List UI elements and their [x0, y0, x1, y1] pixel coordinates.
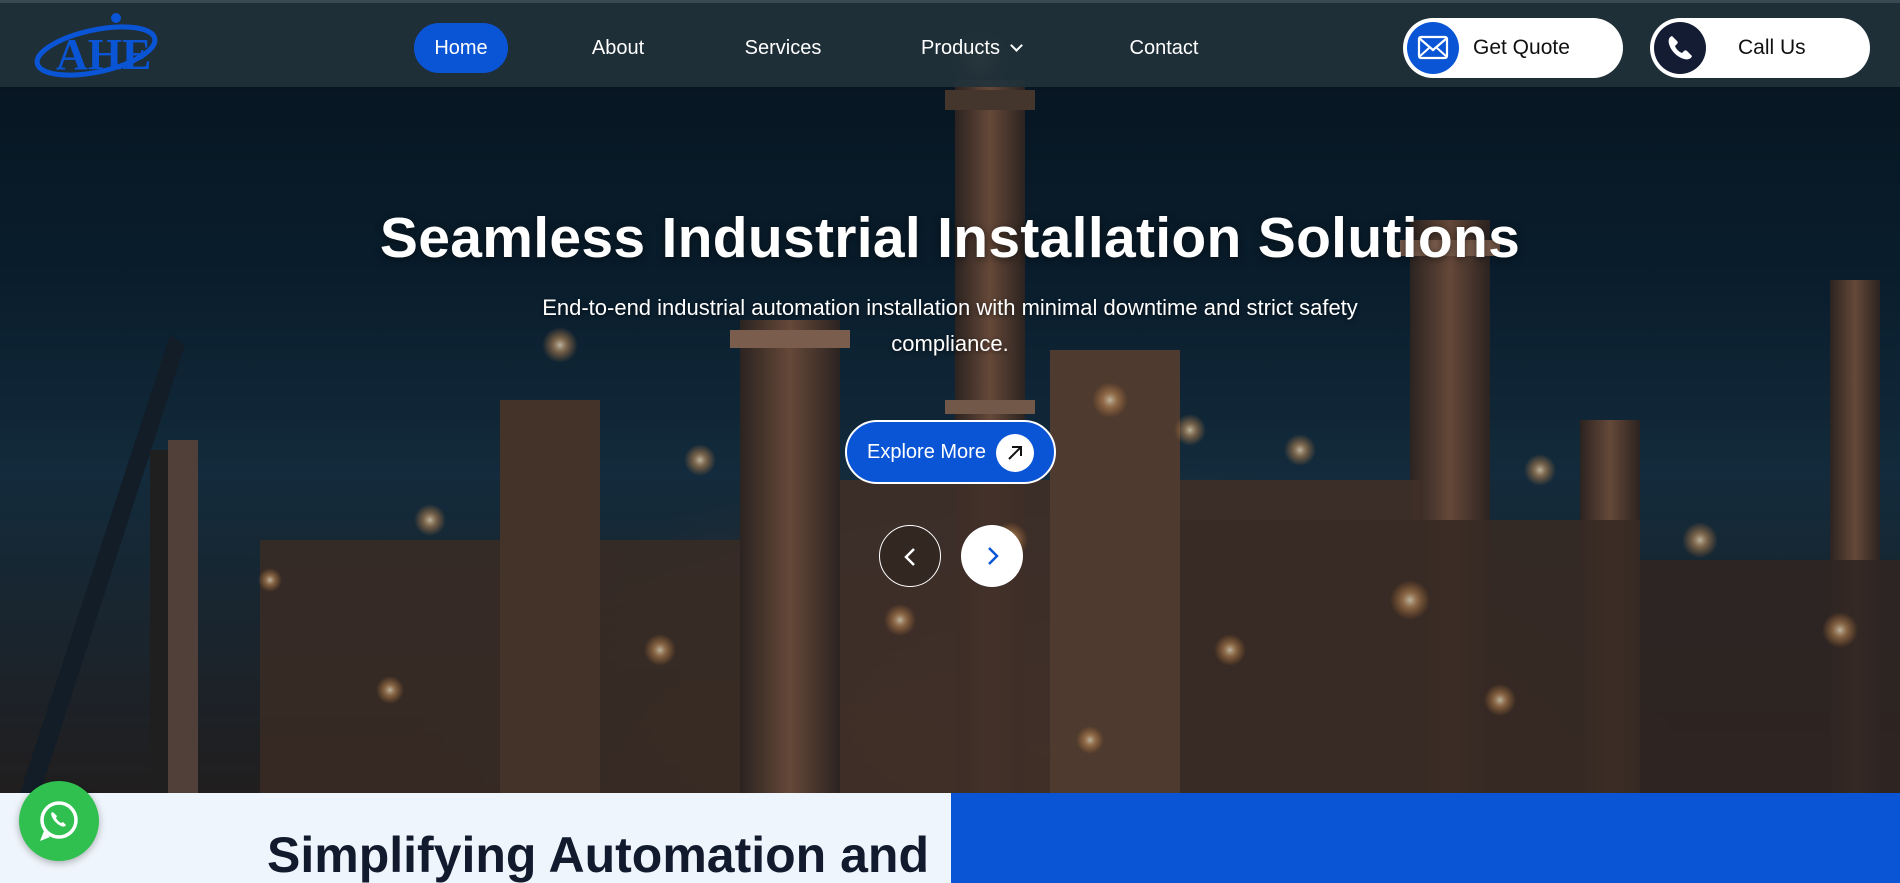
- hero-subtitle-line-1: End-to-end industrial automation install…: [542, 295, 1358, 320]
- top-navbar: AHE Home About Services Products Contact…: [0, 0, 1900, 87]
- nav-home[interactable]: Home: [414, 23, 508, 73]
- get-quote-label: Get Quote: [1473, 36, 1570, 59]
- nav-about[interactable]: About: [580, 23, 656, 73]
- slider-next-button[interactable]: [961, 525, 1023, 587]
- intro-heading: Simplifying Automation and: [267, 827, 930, 883]
- chevron-right-icon: [988, 547, 999, 565]
- hero-subtitle-line-2: compliance.: [891, 331, 1009, 356]
- whatsapp-chat-button[interactable]: [19, 781, 99, 861]
- hero-banner: [0, 0, 1900, 793]
- explore-more-button[interactable]: Explore More: [845, 420, 1056, 484]
- arrow-up-right-icon: [996, 434, 1034, 472]
- call-us-button[interactable]: Call Us: [1650, 18, 1870, 78]
- nav-services[interactable]: Services: [740, 23, 826, 73]
- chevron-left-icon: [904, 548, 915, 566]
- envelope-icon: [1407, 22, 1459, 74]
- intro-section-right: [951, 793, 1900, 883]
- chevron-down-icon: [1010, 39, 1023, 52]
- phone-icon: [1654, 22, 1706, 74]
- call-us-label: Call Us: [1738, 36, 1806, 59]
- hero-title: Seamless Industrial Installation Solutio…: [379, 206, 1521, 270]
- nav-products-label: Products: [921, 37, 1000, 59]
- slider-prev-button[interactable]: [879, 525, 941, 587]
- nav-contact[interactable]: Contact: [1124, 23, 1204, 73]
- get-quote-button[interactable]: Get Quote: [1403, 18, 1623, 78]
- ahe-logo[interactable]: AHE: [34, 11, 174, 83]
- logo-icon: AHE: [34, 13, 158, 79]
- whatsapp-icon: [40, 801, 78, 841]
- nav-products[interactable]: Products: [916, 23, 1026, 73]
- industrial-plant-background: [0, 0, 1900, 793]
- explore-more-label: Explore More: [867, 441, 986, 463]
- svg-text:AHE: AHE: [56, 30, 151, 79]
- hero-subtitle: End-to-end industrial automation install…: [480, 290, 1420, 362]
